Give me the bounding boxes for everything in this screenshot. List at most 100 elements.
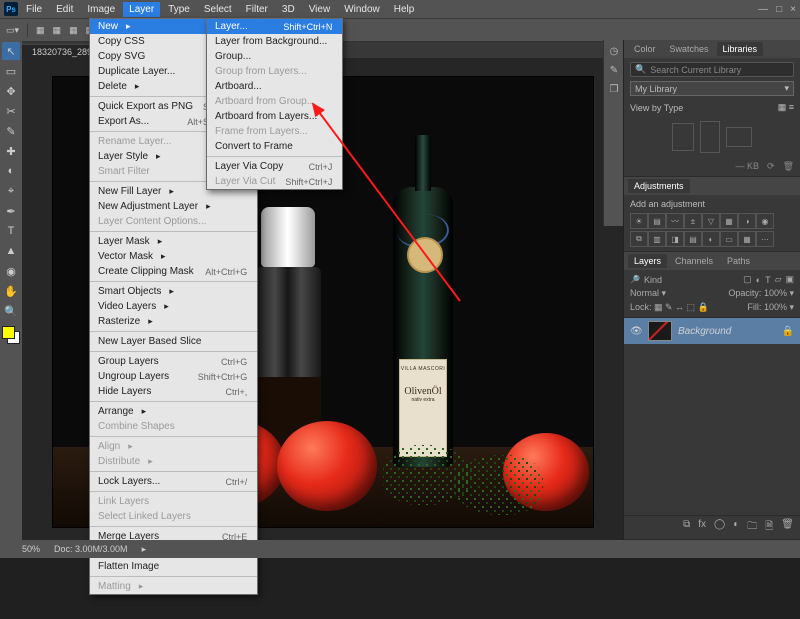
crop-tool[interactable]: ✂ bbox=[2, 102, 20, 120]
menu-item-lock-layers-[interactable]: Lock Layers...Ctrl+/ bbox=[90, 474, 257, 489]
lock-icon[interactable]: 🔒 bbox=[782, 326, 794, 337]
curves-icon[interactable]: 〰 bbox=[666, 213, 684, 229]
zoom-level[interactable]: 50% bbox=[22, 544, 40, 554]
tab-paths[interactable]: Paths bbox=[721, 254, 756, 268]
submenu-item-layer-via-copy[interactable]: Layer Via CopyCtrl+J bbox=[207, 159, 342, 174]
menu-item-matting[interactable]: Matting bbox=[90, 579, 257, 594]
foreground-swatch[interactable] bbox=[2, 326, 15, 339]
tool-preset-icon[interactable]: ▭▾ bbox=[6, 25, 19, 36]
visibility-icon[interactable]: 👁 bbox=[630, 326, 642, 337]
selective-color-icon[interactable]: ▦ bbox=[738, 231, 756, 247]
marquee-add-icon[interactable]: ▦ bbox=[53, 25, 62, 36]
threshold-icon[interactable]: ◐ bbox=[702, 231, 720, 247]
eyedropper-tool[interactable]: ✎ bbox=[2, 122, 20, 140]
menu-item-link-layers[interactable]: Link Layers bbox=[90, 494, 257, 509]
submenu-item-frame-from-layers-[interactable]: Frame from Layers... bbox=[207, 124, 342, 139]
menu-item-layer-content-options-[interactable]: Layer Content Options... bbox=[90, 214, 257, 229]
history-icon[interactable]: ◷ bbox=[610, 46, 619, 57]
menu-item-select-linked-layers[interactable]: Select Linked Layers bbox=[90, 509, 257, 524]
menu-item-flatten-image[interactable]: Flatten Image bbox=[90, 559, 257, 574]
menu-item-arrange[interactable]: Arrange bbox=[90, 404, 257, 419]
hue-icon[interactable]: ▦ bbox=[720, 213, 738, 229]
menu-image[interactable]: Image bbox=[81, 2, 121, 17]
submenu-item-layer-via-cut[interactable]: Layer Via CutShift+Ctrl+J bbox=[207, 174, 342, 189]
trash-icon[interactable]: 🗑 bbox=[781, 519, 794, 536]
menu-item-group-layers[interactable]: Group LayersCtrl+G bbox=[90, 354, 257, 369]
menu-item-new-layer-based-slice[interactable]: New Layer Based Slice bbox=[90, 334, 257, 349]
menu-item-hide-layers[interactable]: Hide LayersCtrl+, bbox=[90, 384, 257, 399]
layer-new-submenu[interactable]: Layer...Shift+Ctrl+NLayer from Backgroun… bbox=[206, 18, 343, 190]
blend-mode-dropdown[interactable]: Normal ▾ bbox=[630, 288, 666, 299]
tab-channels[interactable]: Channels bbox=[669, 254, 719, 268]
submenu-item-group-from-layers-[interactable]: Group from Layers... bbox=[207, 64, 342, 79]
filter-type-icon[interactable]: T bbox=[765, 275, 771, 285]
list-view-icon[interactable]: ≡ bbox=[789, 102, 794, 112]
sync-icon[interactable]: ⟳ bbox=[767, 161, 775, 172]
tab-libraries[interactable]: Libraries bbox=[717, 42, 764, 56]
menu-item-distribute[interactable]: Distribute bbox=[90, 454, 257, 469]
brush-panel-icon[interactable]: ✎ bbox=[610, 65, 618, 76]
submenu-item-convert-to-frame[interactable]: Convert to Frame bbox=[207, 139, 342, 154]
color-swatches[interactable] bbox=[2, 326, 20, 344]
menu-item-video-layers[interactable]: Video Layers bbox=[90, 299, 257, 314]
new-layer-icon[interactable]: 🗎 bbox=[765, 519, 773, 536]
tab-color[interactable]: Color bbox=[628, 42, 662, 56]
tab-swatches[interactable]: Swatches bbox=[664, 42, 715, 56]
photo-filter-icon[interactable]: ◉ bbox=[756, 213, 774, 229]
menu-item-new-adjustment-layer[interactable]: New Adjustment Layer bbox=[90, 199, 257, 214]
bw-icon[interactable]: ◑ bbox=[738, 213, 756, 229]
menu-3d[interactable]: 3D bbox=[276, 2, 301, 17]
lasso-tool[interactable]: ✥ bbox=[2, 82, 20, 100]
submenu-item-layer-from-background-[interactable]: Layer from Background... bbox=[207, 34, 342, 49]
menu-select[interactable]: Select bbox=[198, 2, 238, 17]
hand-tool[interactable]: ✋ bbox=[2, 282, 20, 300]
vibrance-icon[interactable]: ▽ bbox=[702, 213, 720, 229]
menu-edit[interactable]: Edit bbox=[50, 2, 79, 17]
menu-window[interactable]: Window bbox=[338, 2, 386, 17]
marquee-tool[interactable]: ▭ bbox=[2, 62, 20, 80]
new-group-icon[interactable]: 🗀 bbox=[747, 519, 757, 536]
menu-item-align[interactable]: Align bbox=[90, 439, 257, 454]
move-tool[interactable]: ↖ bbox=[2, 42, 20, 60]
menu-filter[interactable]: Filter bbox=[240, 2, 274, 17]
invert-icon[interactable]: ◨ bbox=[666, 231, 684, 247]
menu-item-ungroup-layers[interactable]: Ungroup LayersShift+Ctrl+G bbox=[90, 369, 257, 384]
pen-tool[interactable]: ✒ bbox=[2, 202, 20, 220]
submenu-item-artboard-from-layers-[interactable]: Artboard from Layers... bbox=[207, 109, 342, 124]
layer-name[interactable]: Background bbox=[678, 326, 731, 337]
heal-tool[interactable]: ✚ bbox=[2, 142, 20, 160]
mask-icon[interactable]: ◯ bbox=[714, 519, 725, 536]
submenu-item-artboard-from-group-[interactable]: Artboard from Group... bbox=[207, 94, 342, 109]
library-search[interactable]: 🔍 Search Current Library bbox=[630, 62, 794, 77]
menu-view[interactable]: View bbox=[303, 2, 337, 17]
filter-smart-icon[interactable]: ▣ bbox=[785, 274, 794, 285]
marquee-new-icon[interactable]: ▦ bbox=[36, 25, 45, 36]
exposure-icon[interactable]: ± bbox=[684, 213, 702, 229]
kind-filter[interactable]: Kind bbox=[644, 275, 662, 285]
fill-value[interactable]: 100% bbox=[764, 302, 787, 312]
library-dropdown[interactable]: My Library▾ bbox=[630, 81, 794, 96]
link-layers-icon[interactable]: ⧉ bbox=[683, 519, 690, 536]
tab-layers[interactable]: Layers bbox=[628, 254, 667, 268]
filter-pixel-icon[interactable]: ▢ bbox=[743, 274, 752, 285]
menu-type[interactable]: Type bbox=[162, 2, 196, 17]
clone-tool[interactable]: ⌖ bbox=[2, 182, 20, 200]
maximize-button[interactable]: □ bbox=[776, 4, 782, 15]
tab-adjustments[interactable]: Adjustments bbox=[628, 179, 690, 193]
new-adjustment-icon[interactable]: ◐ bbox=[733, 519, 739, 536]
menu-item-vector-mask[interactable]: Vector Mask bbox=[90, 249, 257, 264]
color-lookup-icon[interactable]: ▥ bbox=[648, 231, 666, 247]
more-adj-icon[interactable]: ⋯ bbox=[756, 231, 774, 247]
submenu-item-layer-[interactable]: Layer...Shift+Ctrl+N bbox=[207, 19, 342, 34]
type-tool[interactable]: T bbox=[2, 222, 20, 240]
menu-item-smart-objects[interactable]: Smart Objects bbox=[90, 284, 257, 299]
view-by-type[interactable]: View by Type bbox=[630, 103, 683, 113]
menu-item-create-clipping-mask[interactable]: Create Clipping MaskAlt+Ctrl+G bbox=[90, 264, 257, 279]
submenu-item-group-[interactable]: Group... bbox=[207, 49, 342, 64]
brightness-icon[interactable]: ☀ bbox=[630, 213, 648, 229]
close-button[interactable]: × bbox=[790, 4, 796, 15]
zoom-tool[interactable]: 🔍 bbox=[2, 302, 20, 320]
menu-file[interactable]: File bbox=[20, 2, 48, 17]
brush-tool[interactable]: ◐ bbox=[2, 162, 20, 180]
gradient-tool[interactable]: ◉ bbox=[2, 262, 20, 280]
